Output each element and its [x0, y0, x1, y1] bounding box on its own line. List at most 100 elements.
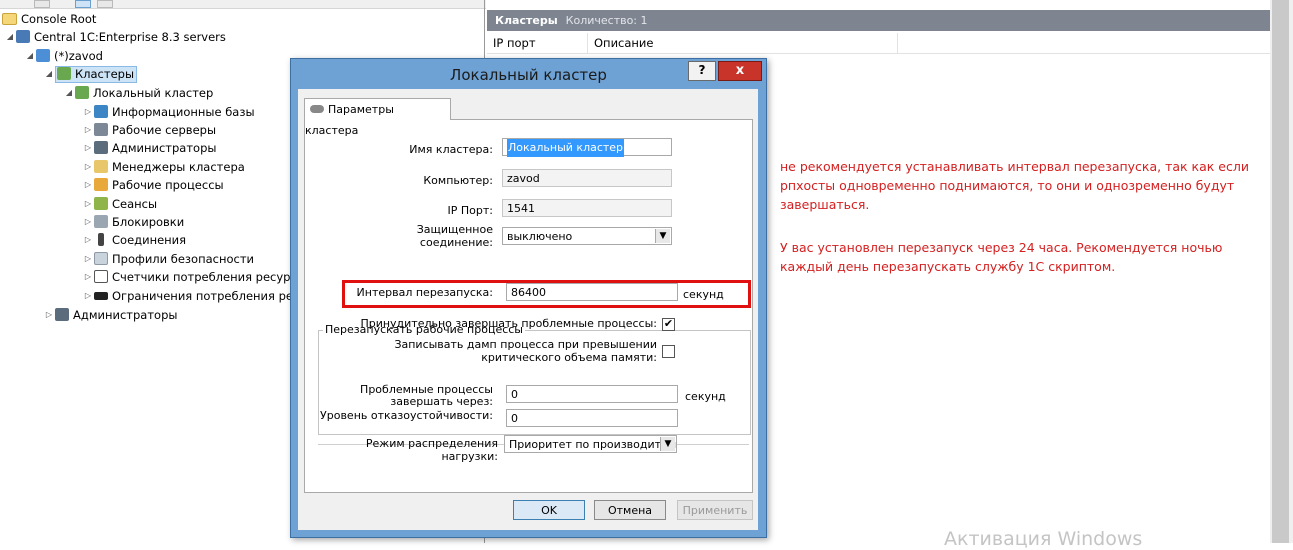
tab-icon [310, 105, 324, 113]
tree-label: Соединения [112, 233, 187, 247]
tree-item-infobases[interactable]: ▷ Информационные базы [82, 103, 255, 121]
load-balancing-value: Приоритет по производитель [509, 438, 677, 451]
tree-label: Локальный кластер [93, 86, 214, 100]
tree-label: Кластеры [75, 67, 135, 81]
results-title: Кластеры [495, 14, 558, 27]
lock-icon [94, 215, 108, 228]
tree-label: Central 1C:Enterprise 8.3 servers [34, 30, 226, 44]
tree-item-security-profiles[interactable]: ▷ Профили безопасности [82, 250, 254, 268]
tree-item-server[interactable]: ◢ (*)zavod [24, 47, 103, 65]
problem-processes-label: Проблемные процессы завершать через: [360, 383, 493, 408]
cluster-icon [75, 86, 89, 99]
cluster-name-label: Имя кластера: [409, 143, 493, 156]
fault-tolerance-input[interactable]: 0 [506, 409, 678, 427]
windows-activation-watermark: Активация Windows [944, 528, 1143, 550]
collapsed-arrow-icon[interactable]: ▷ [82, 287, 94, 305]
chevron-down-icon[interactable]: ▼ [655, 229, 670, 243]
users-icon [55, 308, 69, 321]
tree-item-locks[interactable]: ▷ Блокировки [82, 213, 184, 231]
servers-icon [16, 30, 30, 43]
ip-port-field[interactable]: 1541 [502, 199, 672, 217]
tree-item-work-processes[interactable]: ▷ Рабочие процессы [82, 176, 224, 194]
secure-connection-label: Защищенное соединение: [416, 223, 493, 249]
toolbar-button-active[interactable] [75, 0, 91, 8]
column-header-ip-port[interactable]: IP порт [487, 33, 588, 53]
collapsed-arrow-icon[interactable]: ▷ [82, 139, 94, 157]
collapsed-arrow-icon[interactable]: ▷ [82, 176, 94, 194]
force-terminate-checkbox[interactable]: ✔ [662, 318, 675, 331]
counter-icon [94, 270, 108, 283]
force-terminate-label: Принудительно завершать проблемные проце… [360, 317, 657, 330]
toolbar [0, 0, 486, 9]
collapsed-arrow-icon[interactable]: ▷ [82, 213, 94, 231]
memory-dump-label: Записывать дамп процесса при превышении … [394, 338, 657, 364]
tree-item-resource-counters[interactable]: ▷ Счетчики потребления ресурсов [82, 268, 311, 286]
toolbar-button[interactable] [34, 0, 50, 8]
sessions-icon [94, 197, 108, 210]
collapsed-arrow-icon[interactable]: ▷ [82, 231, 94, 249]
collapsed-arrow-icon[interactable]: ▷ [82, 195, 94, 213]
secure-connection-value: выключено [507, 230, 573, 243]
column-header-description[interactable]: Описание [588, 33, 898, 53]
dialog-body: Параметры кластера Имя кластера: Локальн… [298, 89, 758, 530]
tree-label: Console Root [21, 12, 97, 26]
tree-item-console-root[interactable]: Console Root [2, 10, 96, 28]
ok-button[interactable]: OK [513, 500, 585, 520]
collapsed-arrow-icon[interactable]: ▷ [82, 268, 94, 286]
expanded-arrow-icon[interactable]: ◢ [24, 47, 36, 65]
toolbar-button[interactable] [97, 0, 113, 8]
tree-item-admins[interactable]: ▷ Администраторы [43, 306, 177, 324]
tree-label: (*)zavod [54, 49, 103, 63]
cluster-name-value: Локальный кластер [507, 139, 625, 157]
server-icon [94, 123, 108, 136]
database-icon [94, 105, 108, 118]
tree-item-clusters[interactable]: ◢ Кластеры [43, 65, 138, 83]
tree-item-administrators[interactable]: ▷ Администраторы [82, 139, 216, 157]
load-balancing-label: Режим распределения нагрузки: [365, 437, 498, 463]
tree-item-cluster-managers[interactable]: ▷ Менеджеры кластера [82, 158, 245, 176]
collapsed-arrow-icon[interactable]: ▷ [82, 158, 94, 176]
folder-icon [2, 13, 17, 25]
computer-label: Компьютер: [423, 174, 493, 187]
apply-button[interactable]: Применить [677, 500, 753, 520]
ip-port-label: IP Порт: [447, 204, 493, 217]
tab-cluster-params[interactable]: Параметры кластера [304, 98, 451, 137]
tree-item-work-servers[interactable]: ▷ Рабочие серверы [82, 121, 216, 139]
tree-label: Счетчики потребления ресурсов [112, 270, 311, 284]
tree-item-connections[interactable]: ▷ Соединения [82, 231, 186, 249]
tree-label: Информационные базы [112, 105, 255, 119]
collapsed-arrow-icon[interactable]: ▷ [82, 121, 94, 139]
limit-icon [94, 292, 108, 300]
cancel-button[interactable]: Отмена [594, 500, 666, 520]
secure-connection-select[interactable]: выключено ▼ [502, 227, 672, 245]
expanded-arrow-icon[interactable]: ◢ [63, 84, 75, 102]
memory-dump-checkbox[interactable] [662, 345, 675, 358]
results-count: Количество: 1 [565, 14, 648, 27]
collapsed-arrow-icon[interactable]: ▷ [82, 103, 94, 121]
tree-item-local-cluster[interactable]: ◢ Локальный кластер [63, 84, 213, 102]
collapsed-arrow-icon[interactable]: ▷ [43, 306, 55, 324]
scrollbar-thumb[interactable] [1272, 0, 1289, 543]
results-header: Кластеры Количество: 1 [487, 10, 1270, 31]
shield-icon [94, 252, 108, 265]
problem-processes-input[interactable]: 0 [506, 385, 678, 403]
expanded-arrow-icon[interactable]: ◢ [43, 65, 55, 83]
connection-icon [98, 233, 104, 246]
cluster-name-input[interactable]: Локальный кластер [502, 138, 672, 157]
tree-label: Менеджеры кластера [112, 160, 245, 174]
close-button[interactable]: x [718, 61, 762, 81]
tree-label: Администраторы [112, 141, 217, 155]
load-balancing-select[interactable]: Приоритет по производитель ▼ [504, 435, 677, 453]
chevron-down-icon[interactable]: ▼ [660, 437, 675, 451]
managers-icon [94, 160, 108, 173]
tree-item-sessions[interactable]: ▷ Сеансы [82, 195, 157, 213]
expanded-arrow-icon[interactable]: ◢ [4, 28, 16, 46]
column-headers: IP порт Описание [487, 33, 1270, 54]
tree-label: Профили безопасности [112, 252, 255, 266]
fault-tolerance-label: Уровень отказоустойчивости: [320, 409, 493, 422]
computer-field[interactable]: zavod [502, 169, 672, 187]
tree-item-central[interactable]: ◢ Central 1C:Enterprise 8.3 servers [4, 28, 226, 46]
vertical-scrollbar[interactable] [1270, 0, 1293, 543]
help-button[interactable]: ? [688, 61, 716, 81]
collapsed-arrow-icon[interactable]: ▷ [82, 250, 94, 268]
